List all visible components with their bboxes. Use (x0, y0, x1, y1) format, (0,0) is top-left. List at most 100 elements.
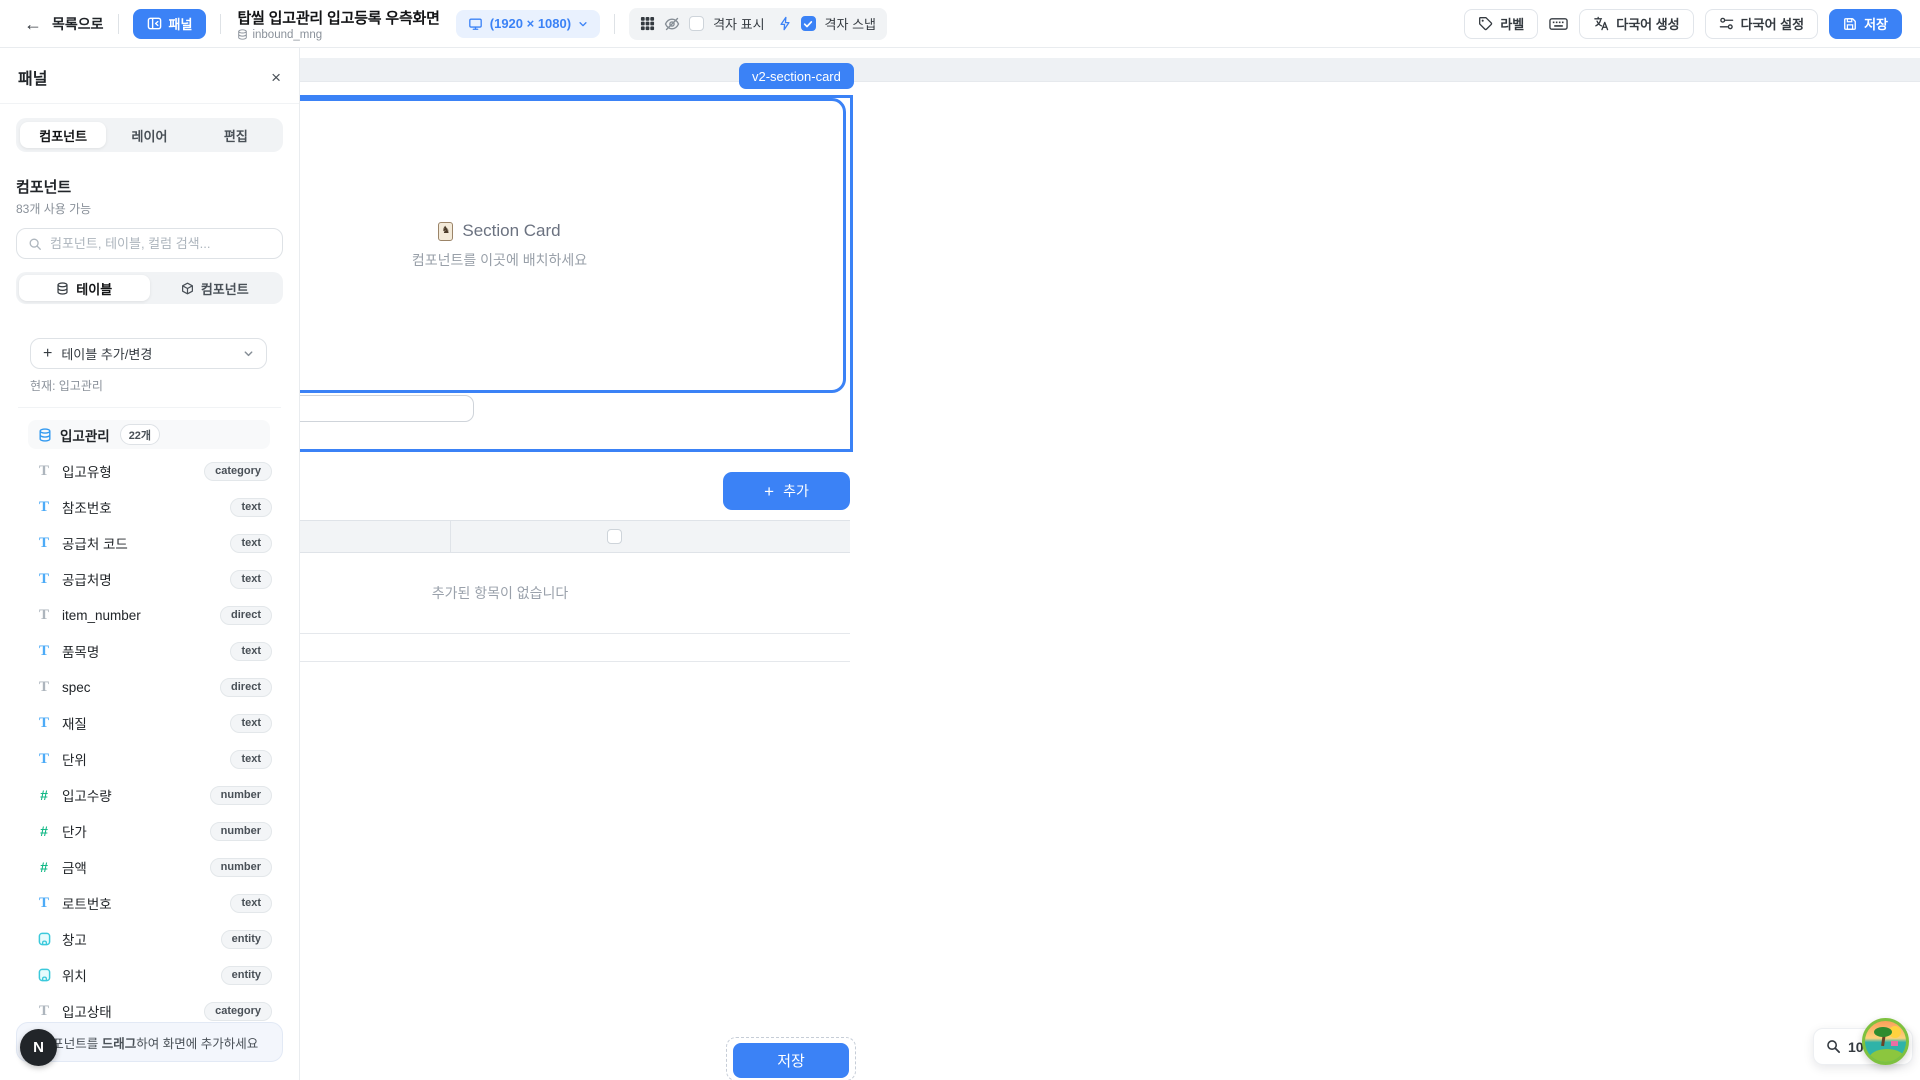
type-badge: category (204, 1002, 272, 1021)
section-card-title-row: ♞ Section Card (438, 221, 560, 241)
resolution-value: (1920 × 1080) (490, 16, 571, 31)
text-type-icon: T (36, 895, 52, 912)
monitor-icon (468, 17, 483, 31)
database-icon (237, 29, 248, 40)
plus-icon: + (764, 483, 774, 500)
section-card-title: Section Card (462, 221, 560, 241)
save-floppy-icon (1843, 17, 1857, 31)
field-row[interactable]: T공급처명text (28, 561, 278, 597)
text-type-icon: T (36, 679, 52, 696)
divider (614, 14, 615, 34)
field-row[interactable]: #단가number (28, 813, 278, 849)
field-row[interactable]: Tspecdirect (28, 669, 278, 705)
field-row[interactable]: T입고유형category (28, 453, 278, 489)
add-row-button-label: 추가 (783, 481, 809, 501)
number-type-icon: # (36, 859, 52, 875)
label-button[interactable]: 라벨 (1464, 9, 1538, 39)
type-badge: text (230, 498, 272, 517)
eye-off-icon[interactable] (664, 16, 680, 32)
toggle-components-label: 컴포넌트 (201, 279, 249, 298)
i18n-settings-button[interactable]: 다국어 설정 (1705, 9, 1818, 39)
panel-body: 컴포넌트 레이어 편집 컴포넌트 83개 사용 가능 (0, 104, 299, 1080)
panel-toggle-button[interactable]: 패널 (133, 9, 207, 39)
toggle-tables[interactable]: 테이블 (19, 275, 150, 301)
table-group-header[interactable]: 입고관리 22개 (28, 420, 270, 449)
field-row[interactable]: Titem_numberdirect (28, 597, 278, 633)
field-row[interactable]: T품목명text (28, 633, 278, 669)
page-title: 탑씰 입고관리 입고등록 우측화면 (237, 7, 439, 28)
close-icon[interactable]: × (271, 69, 281, 86)
tab-layers[interactable]: 레이어 (106, 122, 192, 148)
screen-builder-app: v2-section-card ♞ Section Card 컴포넌트를 이곳에… (0, 0, 1920, 1080)
components-section-title: 컴포넌트 (16, 176, 283, 197)
type-badge: entity (221, 930, 272, 949)
panel-tabs: 컴포넌트 레이어 편집 (16, 118, 283, 152)
save-screen-button[interactable]: 저장 (1829, 9, 1902, 39)
check-icon (803, 19, 813, 29)
divider (220, 14, 221, 34)
settings-sliders-icon (1719, 16, 1734, 31)
component-search[interactable] (16, 228, 283, 259)
panel-toggle-label: 패널 (169, 14, 193, 33)
toggle-tables-label: 테이블 (76, 279, 112, 298)
field-row[interactable]: T로트번호text (28, 885, 278, 921)
type-badge: text (230, 750, 272, 769)
field-row[interactable]: 위치entity (28, 957, 278, 993)
drag-hint-bold: 드래그 (102, 1037, 137, 1051)
table-reference: inbound_mng (252, 29, 322, 41)
grid-tools-group: 격자 표시 격자 스냅 (629, 8, 887, 40)
panel-left-icon (147, 16, 162, 31)
field-row[interactable]: #금액number (28, 849, 278, 885)
canvas-save-button[interactable]: 저장 (733, 1043, 849, 1078)
field-count-badge: 22개 (120, 424, 160, 445)
text-type-icon: T (36, 607, 52, 624)
label-button-label: 라벨 (1500, 14, 1524, 33)
text-type-icon: T (36, 535, 52, 552)
chevron-down-icon (578, 19, 588, 29)
grid-icon[interactable] (640, 16, 655, 31)
add-row-button[interactable]: + 추가 (723, 472, 850, 510)
island-widget-icon[interactable] (1862, 1018, 1909, 1065)
entity-type-icon (36, 932, 52, 946)
search-icon (28, 237, 42, 251)
grid-show-checkbox[interactable] (689, 16, 704, 31)
panel-header: 패널 × (0, 48, 299, 104)
text-type-icon: T (36, 715, 52, 732)
component-panel: 패널 × 컴포넌트 레이어 편집 컴포넌트 83개 사용 가능 (0, 48, 300, 1080)
toggle-components[interactable]: 컴포넌트 (150, 275, 281, 301)
database-icon (38, 428, 52, 442)
hut-shape (1891, 1041, 1898, 1046)
field-row[interactable]: #입고수량number (28, 777, 278, 813)
field-row[interactable]: T재질text (28, 705, 278, 741)
keyboard-icon (1549, 16, 1568, 32)
back-to-list-button[interactable]: ← 목록으로 (24, 14, 104, 34)
type-badge: direct (220, 678, 272, 697)
grid-snap-checkbox[interactable] (801, 16, 816, 31)
field-row[interactable]: T참조번호text (28, 489, 278, 525)
header-right-group: 라벨 (1464, 9, 1902, 39)
screen-title-block: 탑씰 입고관리 입고등록 우측화면 inbound_mng (237, 7, 439, 41)
table-group-name: 입고관리 (60, 425, 110, 445)
tab-components[interactable]: 컴포넌트 (20, 122, 106, 148)
grid-snap-label: 격자 스냅 (825, 14, 876, 33)
keyboard-shortcuts-button[interactable] (1549, 16, 1568, 32)
add-change-table-button[interactable]: + 테이블 추가/변경 (30, 338, 267, 369)
tab-edit[interactable]: 편집 (193, 122, 279, 148)
section-card-hint: 컴포넌트를 이곳에 배치하세요 (412, 250, 587, 270)
resolution-selector[interactable]: (1920 × 1080) (456, 10, 600, 38)
i18n-settings-label: 다국어 설정 (1741, 14, 1804, 33)
type-badge: category (204, 462, 272, 481)
type-badge: text (230, 570, 272, 589)
field-row[interactable]: T공급처 코드text (28, 525, 278, 561)
database-icon (56, 282, 69, 295)
package-icon (181, 282, 194, 295)
notification-widget[interactable]: N (20, 1029, 57, 1066)
i18n-generate-button[interactable]: 다국어 생성 (1579, 9, 1693, 39)
joker-card-icon: ♞ (438, 222, 453, 241)
text-type-icon: T (36, 751, 52, 768)
field-row[interactable]: T단위text (28, 741, 278, 777)
number-type-icon: # (36, 787, 52, 803)
select-all-checkbox[interactable] (607, 529, 622, 544)
field-row[interactable]: 창고entity (28, 921, 278, 957)
search-input[interactable] (50, 236, 271, 251)
